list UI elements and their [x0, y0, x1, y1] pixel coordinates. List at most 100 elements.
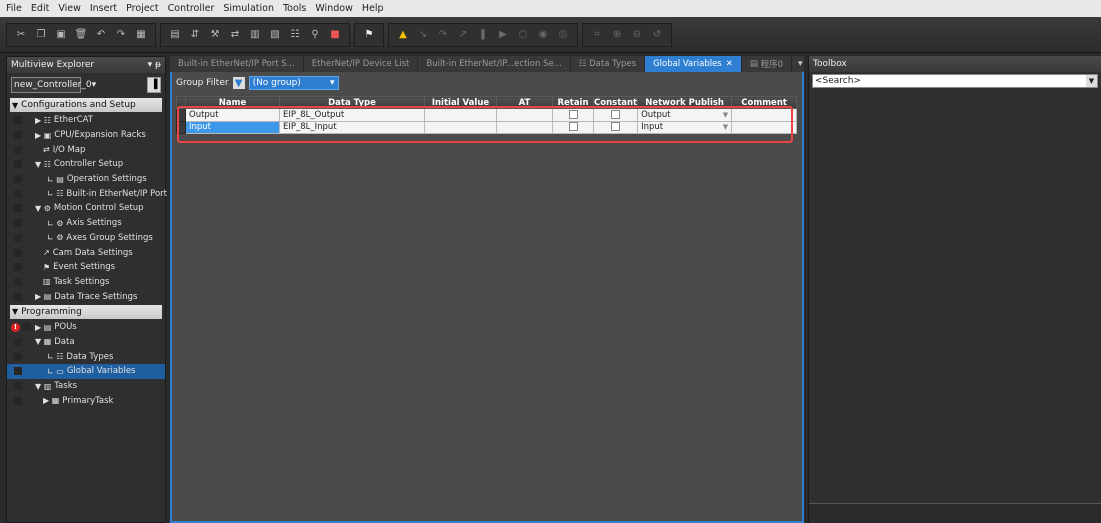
- tree-item-ethernet-port[interactable]: ∟ ☷ Built-in EtherNet/IP Port: [7, 186, 167, 201]
- section-configurations-label: Configurations and Setup: [21, 100, 136, 110]
- cycle-icon[interactable]: ○: [515, 27, 531, 43]
- sync-icon[interactable]: ▥: [247, 27, 263, 43]
- redo-icon[interactable]: ↷: [113, 27, 129, 43]
- zoom-reset-icon[interactable]: ↺: [649, 27, 665, 43]
- tree-item-label: Tasks: [54, 381, 78, 392]
- tab-ethernet-port-settings[interactable]: Built-in EtherNet/IP Port S...: [170, 56, 304, 72]
- fit-icon[interactable]: ⌗: [589, 27, 605, 43]
- step-out-icon[interactable]: ↗: [455, 27, 471, 43]
- filter-icon[interactable]: ▼: [232, 77, 245, 89]
- online-icon[interactable]: ⇄: [227, 27, 243, 43]
- copy-icon[interactable]: ❐: [33, 27, 49, 43]
- tab-label: Data Types: [589, 59, 637, 69]
- menu-file[interactable]: File: [6, 3, 22, 14]
- axis-icon: ∟ ⚙: [47, 218, 64, 228]
- toolbox-search[interactable]: <Search> ▼: [812, 74, 1098, 88]
- tree-item-axis-settings[interactable]: ∟ ⚙ Axis Settings: [7, 216, 165, 231]
- menu-simulation[interactable]: Simulation: [223, 3, 274, 14]
- pin-icon[interactable]: ▾ ᵽ: [148, 60, 161, 70]
- stop-icon[interactable]: ■: [327, 27, 343, 43]
- toolbar-group-zoom: ⌗ ⊕ ⊖ ↺: [582, 22, 672, 47]
- config-tree: ▶ ☷ EtherCAT ▶ ▣ CPU/Expansion Racks ⇄ I/O …: [7, 113, 167, 304]
- zoom-in-icon[interactable]: ⊕: [609, 27, 625, 43]
- tab-list-icon[interactable]: ▾: [792, 56, 809, 72]
- tree-item-cam-data[interactable]: ↗ Cam Data Settings: [7, 245, 165, 260]
- save-icon[interactable]: ▦: [133, 27, 149, 43]
- tab-label: Built-in EtherNet/IP Port S...: [178, 59, 295, 69]
- tree-item-pous[interactable]: ! ▶ ▤ POUs: [7, 320, 165, 335]
- tab-ethernet-connection-settings[interactable]: Built-in EtherNet/IP...ection Se...: [418, 56, 571, 72]
- tab-global-variables[interactable]: Global Variables ✕: [645, 56, 742, 72]
- find-icon[interactable]: ⚲: [307, 27, 323, 43]
- undo-icon[interactable]: ↶: [93, 27, 109, 43]
- watch-icon[interactable]: ◎: [555, 27, 571, 43]
- tree-item-io-map[interactable]: ⇄ I/O Map: [7, 142, 165, 157]
- network-port-icon: ∟ ☷: [47, 189, 64, 199]
- menu-controller[interactable]: Controller: [168, 3, 215, 14]
- tab-data-types[interactable]: ☷ Data Types: [571, 56, 646, 72]
- zoom-out-icon[interactable]: ⊖: [629, 27, 645, 43]
- pou-icon: ▶ ▤: [35, 322, 52, 332]
- paste-icon[interactable]: ▣: [53, 27, 69, 43]
- tree-item-label: Cam Data Settings: [52, 247, 133, 258]
- chevron-down-icon: ▾: [91, 80, 97, 90]
- toolbox-footer: [809, 503, 1101, 523]
- menu-window[interactable]: Window: [315, 3, 352, 14]
- tree-item-operation-settings[interactable]: ∟ ▤ Operation Settings: [7, 172, 165, 187]
- explorer-title: Multiview Explorer: [11, 60, 95, 70]
- tree-item-primary-task[interactable]: ▶ ▦ PrimaryTask: [7, 393, 165, 408]
- cut-icon[interactable]: ✂: [13, 27, 29, 43]
- tree-item-data[interactable]: ▼ ▦ Data: [7, 335, 165, 350]
- run-icon[interactable]: ▶: [495, 27, 511, 43]
- tab-ethernet-device-list[interactable]: EtherNet/IP Device List: [304, 56, 419, 72]
- step-over-icon[interactable]: ↷: [435, 27, 451, 43]
- tab-program0[interactable]: ▤ 程序0: [742, 56, 793, 72]
- breakpoint-icon[interactable]: ◉: [535, 27, 551, 43]
- program-icon: ▤: [749, 59, 761, 69]
- tree-item-motion-control[interactable]: ▼ ⚙ Motion Control Setup: [7, 201, 165, 216]
- tree-item-label: Event Settings: [53, 262, 116, 273]
- toolbar-group-debug: ▲ ↘ ↷ ↗ ❚ ▶ ○ ◉ ◎: [388, 22, 578, 47]
- tree-item-tasks[interactable]: ▼ ▥ Tasks: [7, 379, 165, 394]
- tree-item-event-settings[interactable]: ⚑ Event Settings: [7, 260, 165, 275]
- menu-project[interactable]: Project: [126, 3, 159, 14]
- tree-item-controller-setup[interactable]: ▼ ☷ Controller Setup: [7, 157, 165, 172]
- section-configurations[interactable]: ▼ Configurations and Setup: [10, 98, 162, 112]
- monitor-icon[interactable]: ▧: [267, 27, 283, 43]
- section-programming[interactable]: ▼ Programming: [10, 304, 162, 319]
- tree-item-data-types[interactable]: ∟ ☷ Data Types: [7, 349, 165, 364]
- compare-icon[interactable]: ▤: [167, 27, 183, 43]
- build-icon[interactable]: ⚒: [207, 27, 223, 43]
- close-icon[interactable]: ✕: [726, 59, 733, 69]
- tree-item-axes-group[interactable]: ∟ ⚙ Axes Group Settings: [7, 231, 165, 246]
- menu-help[interactable]: Help: [362, 3, 384, 14]
- collapse-icon: ▼: [12, 100, 19, 110]
- tree-item-data-trace[interactable]: ▶ ▤ Data Trace Settings: [7, 289, 165, 304]
- toolbar-group-controller: ▤ ⇵ ⚒ ⇄ ▥ ▧ ☷ ⚲ ■: [160, 22, 350, 47]
- section-programming-label: Programming: [21, 306, 82, 317]
- toolbar-group-edit: ✂ ❐ ▣ 🗑 ↶ ↷ ▦: [6, 22, 156, 47]
- transfer-icon[interactable]: ⇵: [187, 27, 203, 43]
- controller-select[interactable]: new_Controller_0 ▾: [11, 77, 96, 93]
- controller-row: new_Controller_0 ▾ ▐: [7, 73, 165, 97]
- warning-icon[interactable]: ▲: [395, 27, 411, 43]
- controller-toggle-button[interactable]: ▐: [147, 77, 161, 93]
- tree-item-ethercat[interactable]: ▶ ☷ EtherCAT: [7, 113, 165, 128]
- tree-item-cpu-racks[interactable]: ▶ ▣ CPU/Expansion Racks: [7, 128, 165, 143]
- tree-item-global-variables[interactable]: ∟ ▭ Global Variables: [7, 364, 165, 379]
- chevron-down-icon[interactable]: ▼: [1086, 75, 1097, 87]
- step-in-icon[interactable]: ↘: [415, 27, 431, 43]
- menu-tools[interactable]: Tools: [283, 3, 306, 14]
- tree-item-label: Built-in EtherNet/IP Port: [66, 188, 167, 199]
- menu-insert[interactable]: Insert: [90, 3, 117, 14]
- tree-item-label: Task Settings: [53, 276, 110, 287]
- group-filter-select[interactable]: (No group) ▾: [248, 76, 339, 90]
- menu-edit[interactable]: Edit: [31, 3, 49, 14]
- simulation-icon[interactable]: ⚑: [361, 27, 377, 43]
- tree-item-label: POUs: [54, 322, 77, 333]
- delete-icon[interactable]: 🗑: [73, 27, 89, 43]
- tree-item-task-settings[interactable]: ▥ Task Settings: [7, 275, 165, 290]
- network-icon[interactable]: ☷: [287, 27, 303, 43]
- pause-icon[interactable]: ❚: [475, 27, 491, 43]
- menu-view[interactable]: View: [58, 3, 81, 14]
